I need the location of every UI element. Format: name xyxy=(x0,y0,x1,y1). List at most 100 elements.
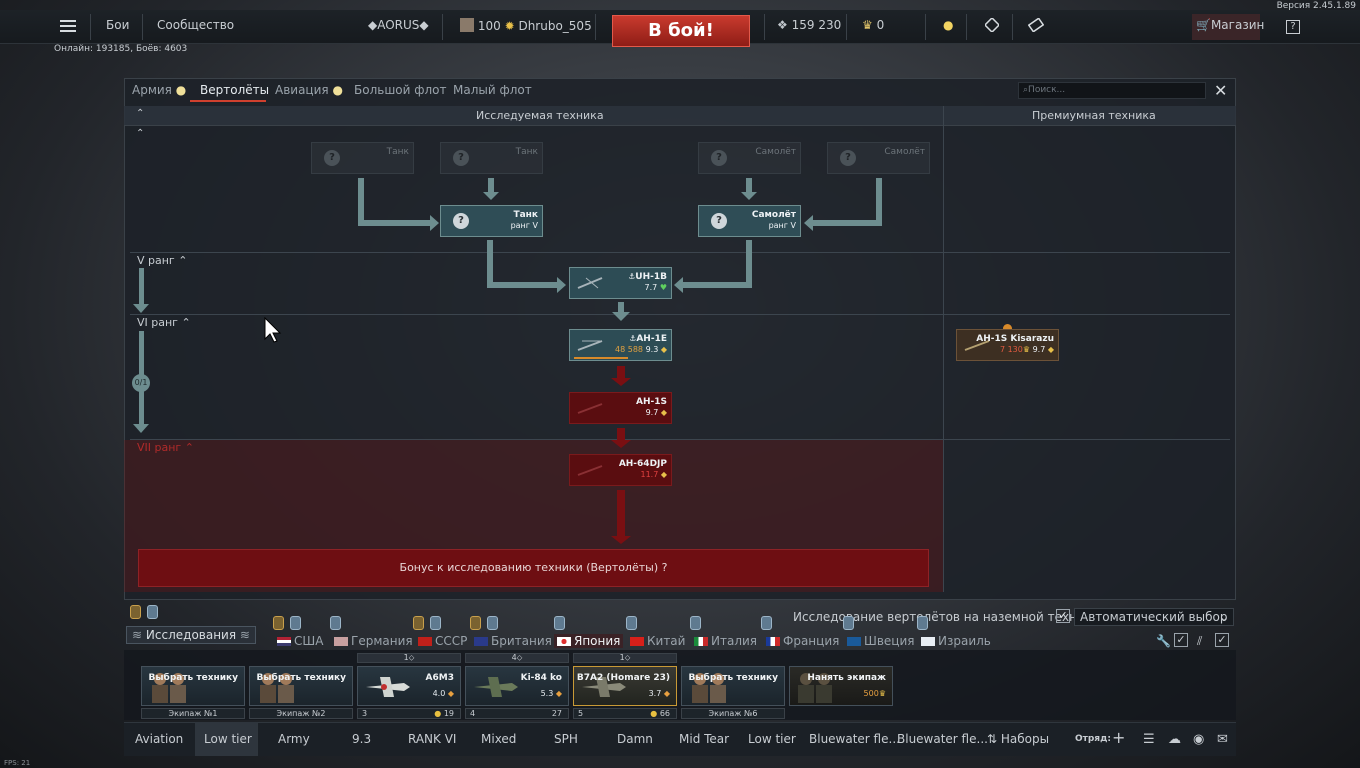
nation-japan[interactable]: Япония xyxy=(554,634,624,648)
search-input[interactable]: ⌕Поиск... xyxy=(1018,82,1206,99)
preset-item[interactable]: SPH xyxy=(554,732,578,746)
vehicle-ah-1s[interactable]: AH-1S 9.7 ◆ xyxy=(569,392,672,424)
preset-item[interactable]: Low tier xyxy=(748,732,796,746)
shop-label[interactable]: 🛒Магазин xyxy=(1196,18,1264,32)
column-divider xyxy=(943,106,944,592)
squadron-tag[interactable]: ◆AORUS◆ xyxy=(368,18,429,32)
help-button[interactable]: ? xyxy=(1286,20,1300,34)
nation-israel[interactable]: Израиль xyxy=(921,634,991,648)
mail-icon[interactable]: ✉ xyxy=(1217,732,1228,747)
crew-slot-stats: 5 ● 66 xyxy=(573,708,677,719)
squad-label: Отряд: xyxy=(1075,734,1111,744)
player-info[interactable]: 100 ✹ Dhrubo_505 xyxy=(460,18,592,33)
silver-lion-icon: ❖ xyxy=(777,18,788,32)
locked-tank-slot[interactable]: ? Танк xyxy=(311,142,414,174)
close-icon[interactable]: ✕ xyxy=(1214,81,1227,100)
crew-slot-2[interactable]: Выбрать технику xyxy=(249,666,353,706)
list-icon[interactable]: ☰ xyxy=(1143,732,1155,747)
crew-slot-ki-84[interactable]: Ki-84 ko 5.3 ◆ xyxy=(465,666,569,706)
rank-badge-icon xyxy=(130,605,141,619)
preset-item[interactable]: Mid Tear xyxy=(679,732,729,746)
preset-item[interactable]: Bluewater fle... xyxy=(897,732,988,746)
tab-coastal-fleet[interactable]: Малый флот xyxy=(453,83,532,97)
repair-icon[interactable]: 🔧 xyxy=(1156,634,1171,648)
rank-badge-icon xyxy=(273,616,284,630)
player-level: 100 xyxy=(477,19,501,33)
rank-badge-icon xyxy=(147,605,158,619)
nation-usa[interactable]: США xyxy=(277,634,323,648)
nation-france[interactable]: Франция xyxy=(766,634,839,648)
golden-eagles[interactable]: ♛ 0 xyxy=(862,18,884,32)
chat-icon[interactable]: ◉ xyxy=(1193,732,1204,747)
research-bonus-banner[interactable]: Бонус к исследованию техники (Вертолёты)… xyxy=(138,549,929,587)
nation-sweden[interactable]: Швеция xyxy=(847,634,914,648)
research-tab[interactable]: ≋ Исследования ≋ xyxy=(126,626,256,644)
preset-item[interactable]: Mixed xyxy=(481,732,516,746)
to-battle-button[interactable]: В бой! xyxy=(612,15,750,47)
tab-helicopters[interactable]: Вертолёты xyxy=(200,83,269,97)
plane-rank-v-requirement[interactable]: ? Самолёт ранг V xyxy=(698,205,801,237)
tab-army[interactable]: Армия ● xyxy=(132,83,186,97)
auto-repair-checkbox[interactable]: ✓ xyxy=(1174,633,1188,647)
contacts-icon[interactable]: ☁ xyxy=(1168,732,1181,747)
nation-britain[interactable]: Британия xyxy=(474,634,552,648)
vehicle-uh-1b[interactable]: ⚓UH-1B 7.7 ♥ xyxy=(569,267,672,299)
helicopter-research-checkbox[interactable]: ✓ xyxy=(1056,609,1070,623)
vehicle-ah-64djp[interactable]: AH-64DJP 11.7 ◆ xyxy=(569,454,672,486)
ammo-icon[interactable]: ⫽ xyxy=(1197,634,1202,649)
nation-italy[interactable]: Италия xyxy=(694,634,757,648)
avatar xyxy=(460,18,474,32)
tank-rank-v-requirement[interactable]: ? Танк ранг V xyxy=(440,205,543,237)
nation-china[interactable]: Китай xyxy=(630,634,685,648)
collapse-rank-icon[interactable]: ⌃ xyxy=(136,128,144,139)
coupon-icon[interactable] xyxy=(1027,17,1045,35)
nation-ussr[interactable]: СССР xyxy=(418,634,467,648)
silver-lions-value: 159 230 xyxy=(791,18,842,32)
collapse-all-icon[interactable]: ⌃ xyxy=(136,108,144,119)
crew-slot-1[interactable]: Выбрать технику xyxy=(141,666,245,706)
player-name: Dhrubo_505 xyxy=(518,19,592,33)
vehicle-ah-1s-kisarazu[interactable]: AH-1S Kisarazu 7 130♛ 9.7 ◆ xyxy=(956,329,1059,361)
preset-item[interactable]: Low tier xyxy=(204,732,252,746)
rank-progress-bar xyxy=(139,268,144,308)
preset-item[interactable]: 9.3 xyxy=(352,732,371,746)
preset-item[interactable]: Aviation xyxy=(135,732,183,746)
plane-icon xyxy=(474,677,518,697)
preset-item[interactable]: Damn xyxy=(617,732,653,746)
research-points: 48 588 xyxy=(615,345,644,354)
tab-bluewater-fleet[interactable]: Большой флот xyxy=(354,83,447,97)
hire-crew-slot[interactable]: Нанять экипаж 500♛ xyxy=(789,666,893,706)
research-helicopters-note: Исследование вертолётов на наземной техн… xyxy=(793,610,1100,624)
community-menu[interactable]: Сообщество xyxy=(157,18,234,32)
crew-slot-stats: 3 ● 19 xyxy=(357,708,461,719)
auto-select-dropdown[interactable]: Автоматический выбор ⌄ xyxy=(1074,608,1234,626)
rank-vii-label[interactable]: VII ранг ⌃ xyxy=(137,441,194,454)
locked-plane-slot[interactable]: ? Самолёт xyxy=(827,142,930,174)
silver-lions[interactable]: ❖ 159 230 xyxy=(777,18,841,32)
preset-item[interactable]: Bluewater fle... xyxy=(809,732,900,746)
locked-tank-slot[interactable]: ? Танк xyxy=(440,142,543,174)
preset-item[interactable]: RANK VI xyxy=(408,732,456,746)
vehicle-ah-1e[interactable]: ⚓AH-1E 48 588 9.3 ◆ xyxy=(569,329,672,361)
tab-aviation[interactable]: Авиация ● xyxy=(275,83,343,97)
lightbulb-icon[interactable]: ● xyxy=(943,18,953,32)
rank-v-label[interactable]: V ранг ⌃ xyxy=(137,254,187,267)
nation-germany[interactable]: Германия xyxy=(334,634,413,648)
chevron-up-icon: ⌃ xyxy=(181,316,191,329)
helicopter-icon xyxy=(577,403,603,414)
auto-ammo-checkbox[interactable]: ✓ xyxy=(1215,633,1229,647)
crew-slot-b7a2[interactable]: B7A2 (Homare 23) 3.7 ◆ xyxy=(573,666,677,706)
hamburger-icon[interactable] xyxy=(60,20,76,36)
crew-slot-6[interactable]: Выбрать технику xyxy=(681,666,785,706)
battlepass-icon[interactable] xyxy=(983,16,1001,35)
crew-slot-label: Экипаж №6 xyxy=(681,708,785,719)
crew-slot-a6m3[interactable]: A6M3 4.0 ◆ xyxy=(357,666,461,706)
battles-menu[interactable]: Бои xyxy=(106,18,129,32)
add-squad-icon[interactable]: + xyxy=(1112,728,1125,747)
preset-item[interactable]: Army xyxy=(278,732,310,746)
premium-header: Премиумная техника xyxy=(1032,109,1156,122)
presets-button[interactable]: ⇅ Наборы xyxy=(987,732,1049,746)
crew-slot-label: Экипаж №1 xyxy=(141,708,245,719)
locked-plane-slot[interactable]: ? Самолёт xyxy=(698,142,801,174)
rank-vi-label[interactable]: VI ранг ⌃ xyxy=(137,316,191,329)
